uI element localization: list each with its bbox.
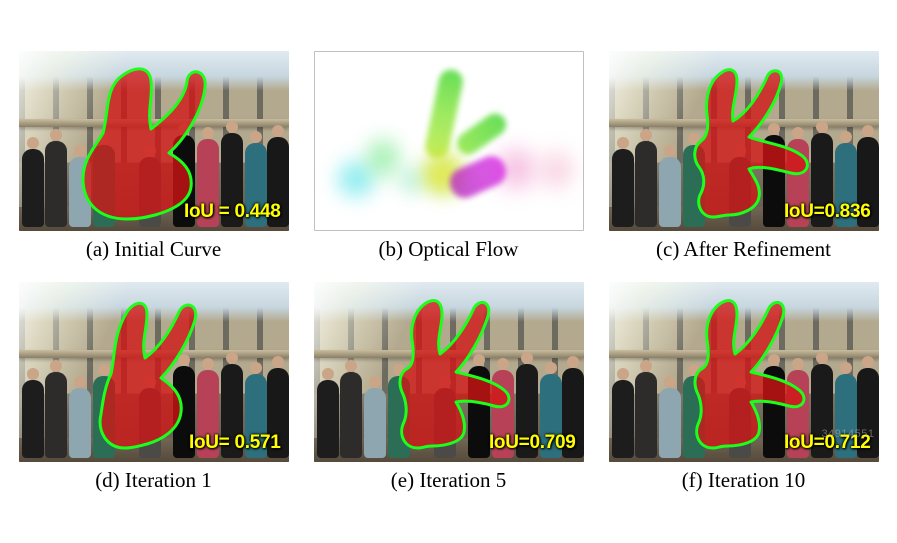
caption-c: (c) After Refinement bbox=[656, 237, 831, 262]
iou-label: IoU = 0.448 bbox=[184, 201, 281, 223]
panel-iteration-5: IoU=0.709 bbox=[314, 282, 584, 462]
caption-b: (b) Optical Flow bbox=[379, 237, 519, 262]
flow-blob bbox=[534, 137, 578, 203]
caption-f: (f) Iteration 10 bbox=[682, 468, 806, 493]
iou-label: IoU=0.709 bbox=[489, 432, 576, 454]
panel-initial-curve: IoU = 0.448 bbox=[19, 51, 289, 231]
caption-a: (a) Initial Curve bbox=[86, 237, 221, 262]
cell-b: (b) Optical Flow bbox=[313, 51, 584, 262]
cell-e: IoU=0.709 (e) Iteration 5 bbox=[313, 282, 584, 493]
panel-optical-flow bbox=[314, 51, 584, 231]
panel-iteration-1: IoU= 0.571 bbox=[19, 282, 289, 462]
caption-d: (d) Iteration 1 bbox=[95, 468, 212, 493]
panel-iteration-10: IoU=0.712 34914551 bbox=[609, 282, 879, 462]
cell-a: IoU = 0.448 (a) Initial Curve bbox=[18, 51, 289, 262]
caption-e: (e) Iteration 5 bbox=[391, 468, 506, 493]
cell-c: IoU=0.836 (c) After Refinement bbox=[608, 51, 879, 262]
iou-label: IoU=0.836 bbox=[784, 201, 871, 223]
figure-grid: IoU = 0.448 (a) Initial Curve (b) Optica… bbox=[18, 51, 879, 493]
watermark-text: 34914551 bbox=[822, 428, 875, 440]
cell-f: IoU=0.712 34914551 (f) Iteration 10 bbox=[608, 282, 879, 493]
cell-d: IoU= 0.571 (d) Iteration 1 bbox=[18, 282, 289, 493]
iou-label: IoU= 0.571 bbox=[189, 432, 281, 454]
figure-root: IoU = 0.448 (a) Initial Curve (b) Optica… bbox=[18, 51, 879, 493]
panel-after-refinement: IoU=0.836 bbox=[609, 51, 879, 231]
